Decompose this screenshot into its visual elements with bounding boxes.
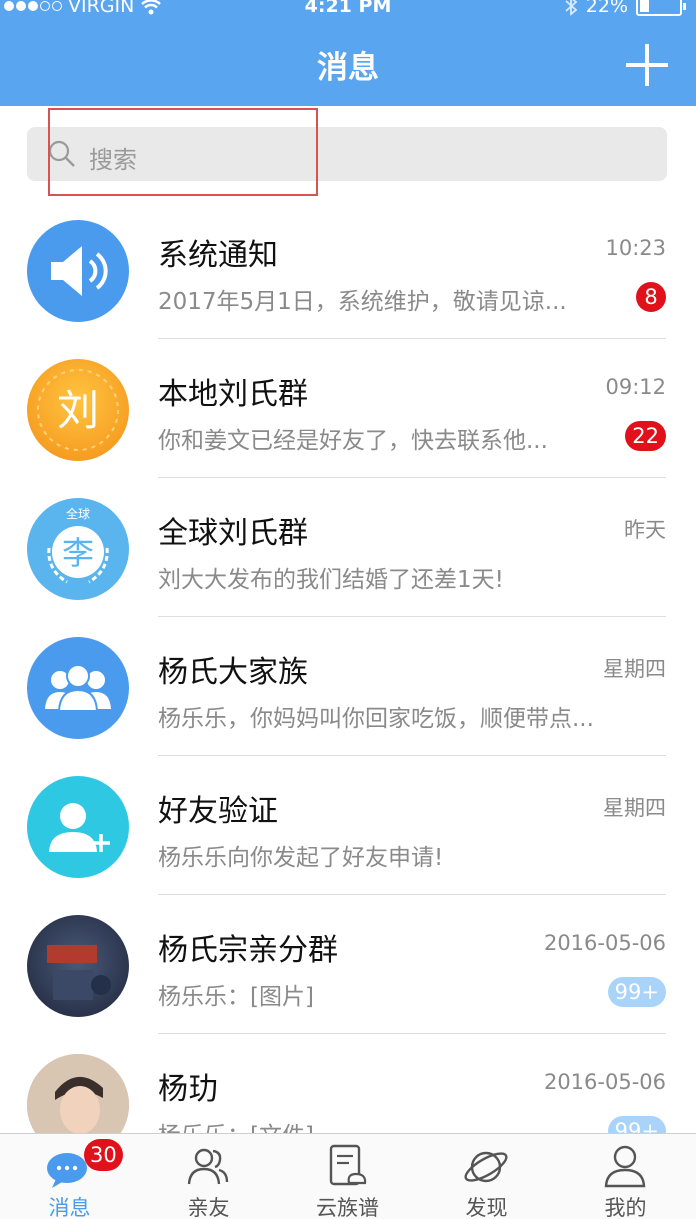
svg-text:刘: 刘 [57, 386, 99, 435]
svg-text:李: 李 [62, 534, 94, 572]
conversation-time: 09:12 [605, 375, 666, 399]
conversation-name: 好友验证 [158, 794, 278, 829]
add-button[interactable] [626, 44, 668, 86]
conversation-name: 本地刘氏群 [158, 377, 308, 412]
surname-badge-icon: 刘 [37, 369, 119, 451]
app-header: VIRGIN 4:21 PM 22% 消息 [0, 0, 696, 106]
avatar: 全球 李 [27, 498, 129, 600]
tab-badge: 30 [84, 1139, 123, 1171]
tab-genealogy[interactable]: 云族谱 [278, 1134, 417, 1219]
conversation-item[interactable]: 系统通知 10:23 2017年5月1日，系统维护，敬请见谅... 8 [0, 200, 696, 339]
conversation-name: 杨玏 [158, 1072, 218, 1107]
tab-profile[interactable]: 我的 [556, 1134, 695, 1219]
unread-badge: 99+ [607, 977, 666, 1007]
conversation-preview: 杨乐乐：[图片] [158, 984, 314, 1010]
messages-screen: VIRGIN 4:21 PM 22% 消息 搜索 系统通知 10:23 2017… [0, 0, 696, 1219]
conversation-item[interactable]: 好友验证 星期四 杨乐乐向你发起了好友申请! [0, 756, 696, 895]
tab-friends[interactable]: 亲友 [139, 1134, 278, 1219]
page-title: 消息 [317, 50, 379, 86]
tab-bar: 30 消息 亲友 云族谱 发现 我的 [0, 1133, 696, 1219]
user-icon [604, 1145, 646, 1188]
group-icon [45, 664, 111, 712]
svg-text:全球: 全球 [66, 506, 90, 521]
conversation-preview: 杨乐乐，你妈妈叫你回家吃饭，顺便带点... [158, 706, 594, 732]
conversation-time: 星期四 [603, 796, 666, 820]
conversation-name: 系统通知 [158, 238, 278, 273]
conversation-name: 杨氏大家族 [158, 655, 308, 690]
laurel-badge-icon: 全球 李 [47, 506, 109, 584]
tab-discover[interactable]: 发现 [417, 1134, 556, 1219]
conversation-list: 系统通知 10:23 2017年5月1日，系统维护，敬请见谅... 8 刘 本地… [0, 200, 696, 1173]
conversation-preview: 你和姜文已经是好友了，快去联系他... [158, 428, 548, 454]
speaker-icon [51, 246, 108, 296]
battery-percent: 22% [585, 0, 628, 17]
avatar [27, 637, 129, 739]
conversation-time: 星期四 [603, 657, 666, 681]
conversation-time: 2016-05-06 [543, 1070, 666, 1094]
battery-icon [636, 0, 686, 16]
conversation-time: 昨天 [624, 518, 666, 542]
document-icon [329, 1144, 367, 1186]
status-bar: VIRGIN 4:21 PM 22% [0, 0, 696, 24]
group-photo [47, 945, 111, 1000]
tab-label: 消息 [48, 1196, 91, 1219]
conversation-item[interactable]: 全球 李 全球刘氏群 昨天 刘大大发布的我们结婚了还差1天! [0, 478, 696, 617]
conversation-item[interactable]: 杨氏大家族 星期四 杨乐乐，你妈妈叫你回家吃饭，顺便带点... [0, 617, 696, 756]
tab-messages[interactable]: 30 消息 [0, 1134, 139, 1219]
conversation-time: 10:23 [605, 236, 666, 260]
bluetooth-icon [565, 0, 578, 16]
tab-label: 亲友 [187, 1196, 230, 1219]
add-friend-icon [49, 803, 110, 852]
conversation-name: 杨氏宗亲分群 [158, 933, 338, 968]
unread-badge: 8 [636, 282, 666, 312]
conversation-preview: 2017年5月1日，系统维护，敬请见谅... [158, 289, 567, 315]
avatar [27, 915, 129, 1017]
unread-badge: 22 [625, 421, 666, 451]
avatar: 刘 [27, 359, 129, 461]
avatar [27, 220, 129, 322]
conversation-time: 2016-05-06 [543, 931, 666, 955]
conversation-name: 全球刘氏群 [158, 516, 308, 551]
conversation-item[interactable]: 杨氏宗亲分群 2016-05-06 杨乐乐：[图片] 99+ [0, 895, 696, 1034]
tab-label: 云族谱 [316, 1196, 379, 1219]
avatar [27, 776, 129, 878]
status-right: 22% [564, 0, 686, 17]
highlight-box [48, 108, 318, 196]
conversation-preview: 杨乐乐向你发起了好友申请! [158, 845, 444, 871]
tab-label: 我的 [604, 1196, 647, 1219]
planet-icon [464, 1151, 508, 1183]
conversation-item[interactable]: 刘 本地刘氏群 09:12 你和姜文已经是好友了，快去联系他... 22 [0, 339, 696, 478]
tab-label: 发现 [465, 1196, 508, 1219]
conversation-preview: 刘大大发布的我们结婚了还差1天! [158, 567, 504, 593]
friends-icon [187, 1148, 229, 1185]
